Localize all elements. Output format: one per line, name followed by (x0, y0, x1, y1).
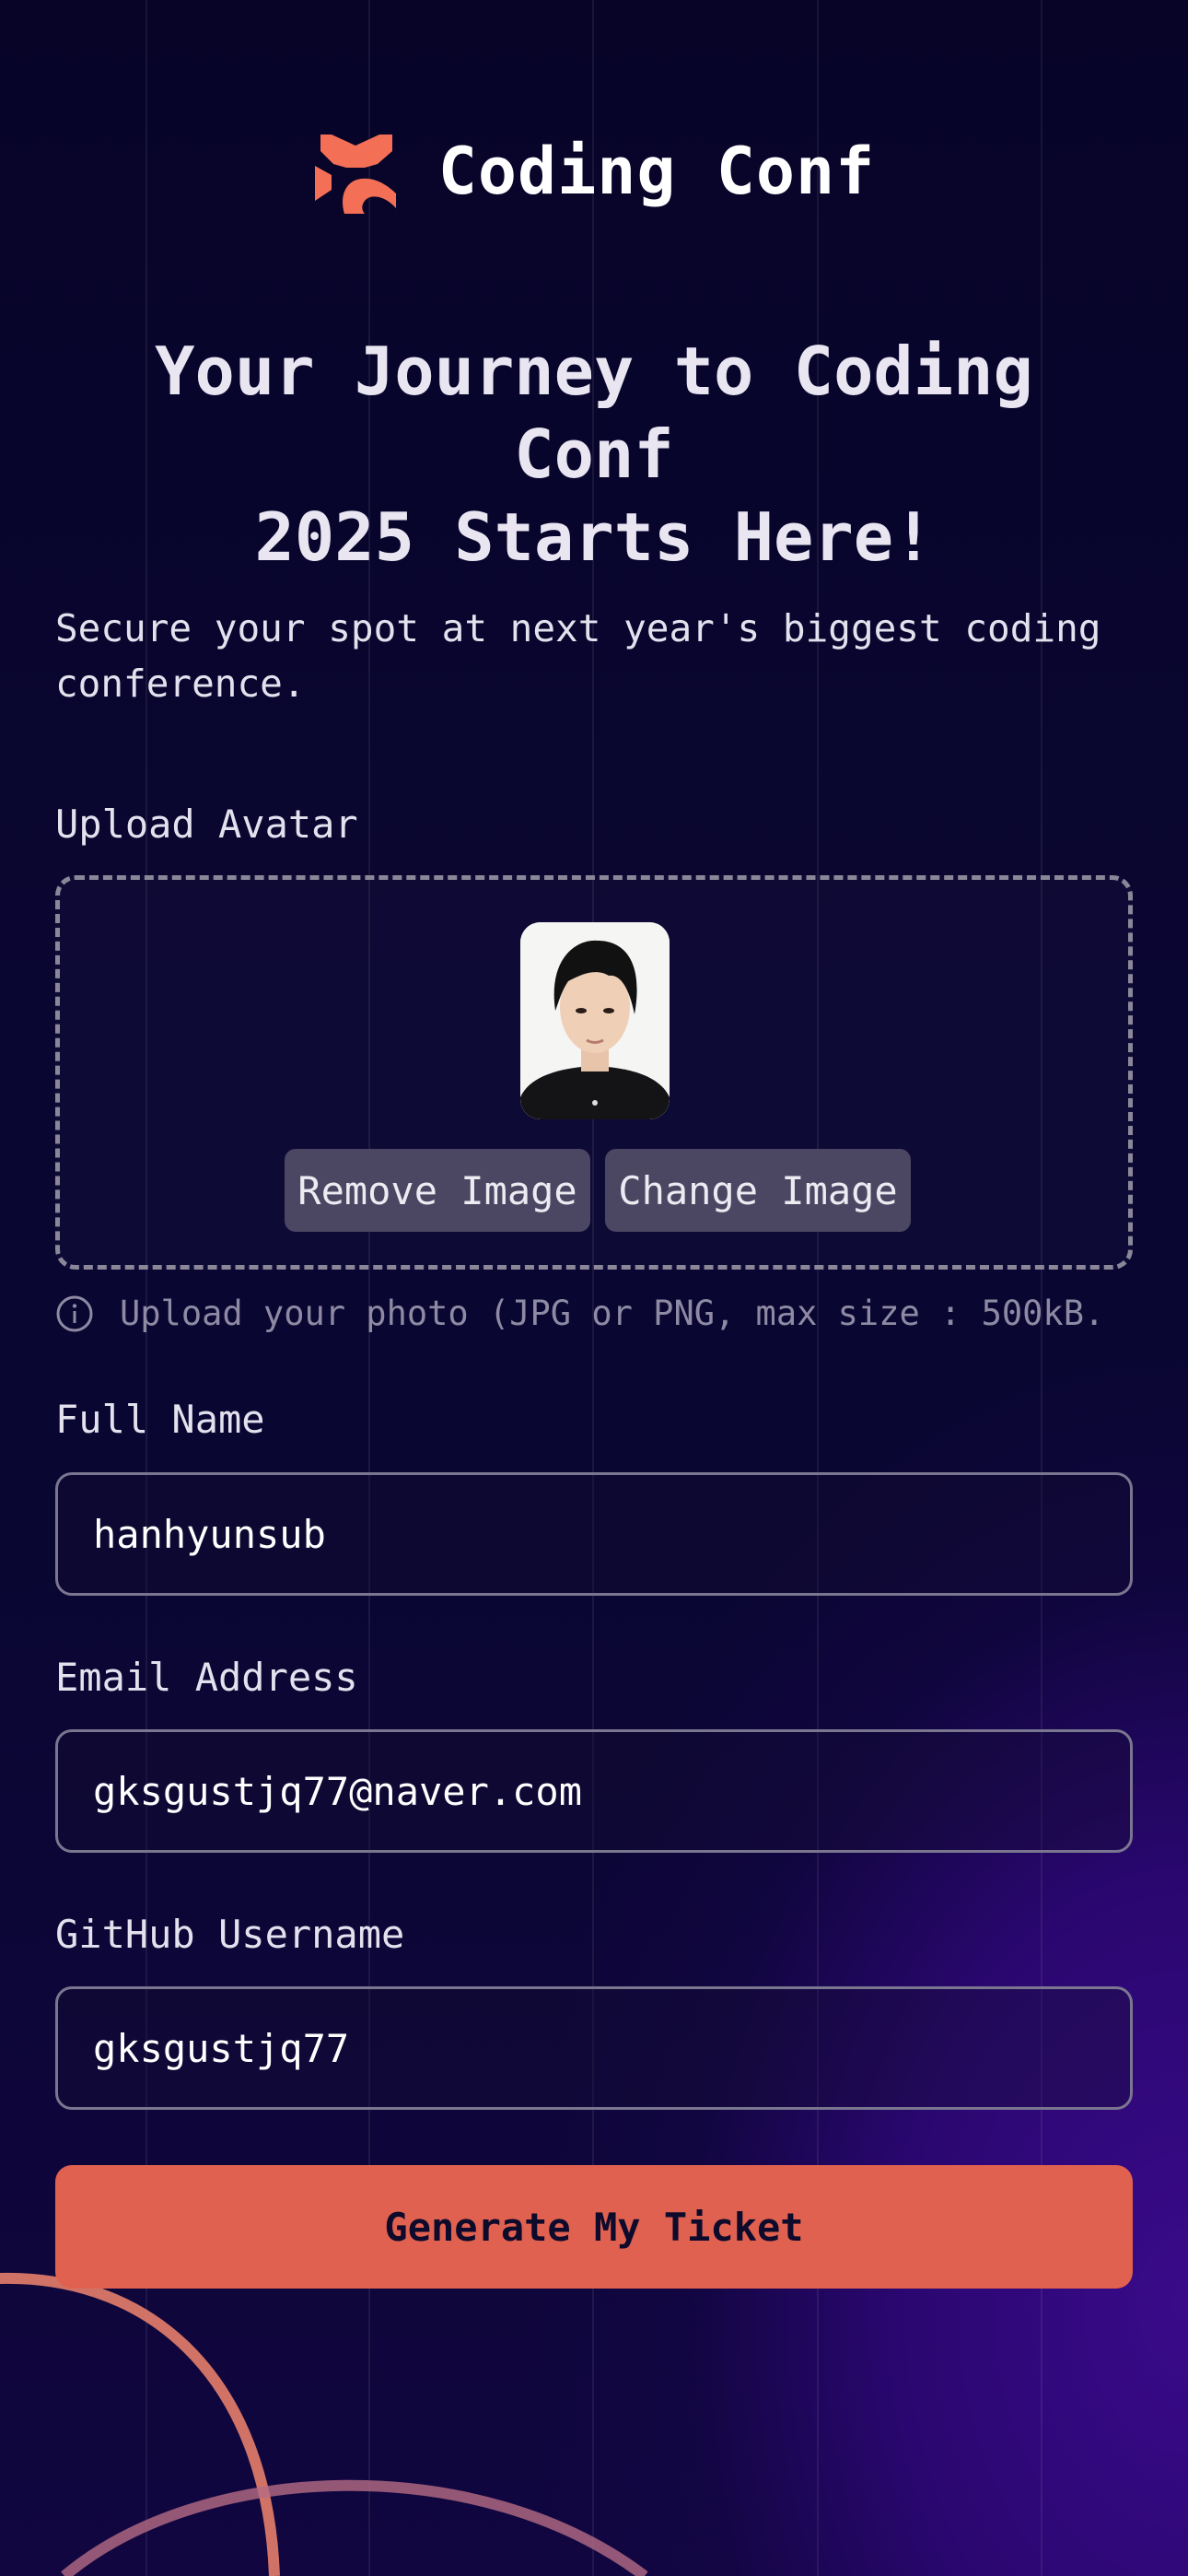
upload-avatar-label: Upload Avatar (55, 802, 358, 847)
github-username-label: GitHub Username (55, 1912, 405, 1957)
full-name-value: hanhyunsub (93, 1511, 326, 1557)
headline-line-1: Your Journey to Coding Conf (155, 333, 1033, 493)
email-input[interactable]: gksgustjq77@naver.com (55, 1729, 1133, 1853)
github-username-input[interactable]: gksgustjq77 (55, 1986, 1133, 2110)
email-value: gksgustjq77@naver.com (93, 1768, 583, 1814)
upload-hint-text: Upload your photo (JPG or PNG, max size … (120, 1294, 1105, 1333)
page-subtitle: Secure your spot at next year's biggest … (55, 606, 1101, 706)
full-name-input[interactable]: hanhyunsub (55, 1472, 1133, 1596)
coding-conf-logo-icon (314, 135, 396, 214)
page-title: Your Journey to Coding Conf 2025 Starts … (74, 330, 1114, 579)
upload-hint: Upload your photo (JPG or PNG, max size … (55, 1294, 1142, 1333)
change-image-button[interactable]: Change Image (605, 1149, 911, 1232)
avatar-photo (520, 922, 670, 1119)
headline-line-2: 2025 Starts Here! (254, 498, 934, 576)
github-username-value: gksgustjq77 (93, 2025, 350, 2071)
email-label: Email Address (55, 1655, 358, 1700)
avatar-dropzone[interactable]: Remove Image Change Image (55, 875, 1133, 1270)
registration-page: Coding Conf Your Journey to Coding Conf … (0, 0, 1188, 2576)
avatar-preview (520, 922, 670, 1119)
full-name-label: Full Name (55, 1397, 265, 1442)
info-icon (56, 1295, 93, 1331)
header-logo: Coding Conf (0, 129, 1188, 214)
remove-image-button[interactable]: Remove Image (285, 1149, 590, 1232)
brand-name: Coding Conf (437, 134, 876, 209)
generate-ticket-button[interactable]: Generate My Ticket (55, 2165, 1133, 2289)
